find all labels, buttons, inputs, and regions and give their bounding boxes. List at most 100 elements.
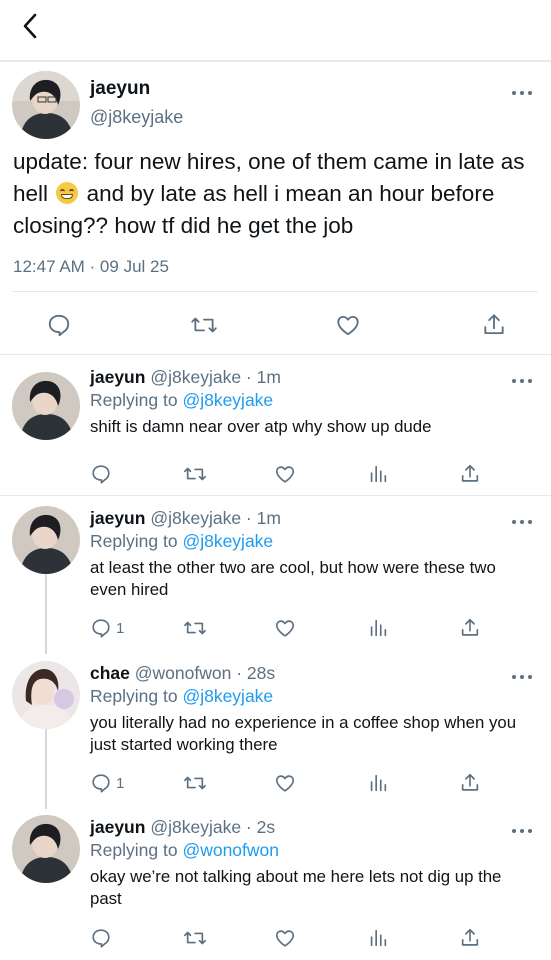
share-button[interactable] (459, 772, 481, 794)
author-name[interactable]: jaeyun (90, 367, 145, 387)
author-name[interactable]: jaeyun (90, 508, 145, 528)
retweet-button[interactable] (190, 312, 218, 338)
avatar[interactable] (12, 71, 80, 139)
share-icon (484, 314, 504, 335)
reply-text: shift is damn near over atp why show up … (90, 417, 432, 436)
more-options-icon[interactable] (512, 89, 532, 97)
like-button[interactable] (335, 312, 361, 338)
thread-line (45, 574, 47, 654)
reply-button[interactable] (90, 463, 116, 485)
share-icon (461, 773, 479, 791)
replying-to: Replying to @j8keyjake (90, 390, 273, 411)
retweet-icon (184, 621, 206, 635)
replying-to-link[interactable]: @j8keyjake (182, 390, 273, 410)
analytics-icon (370, 619, 387, 637)
analytics-button[interactable] (367, 772, 389, 794)
share-button[interactable] (459, 927, 481, 949)
share-button[interactable] (459, 617, 481, 639)
retweet-button[interactable] (183, 463, 207, 485)
tweet-text: update: four new hires, one of them came… (13, 146, 543, 242)
reply-actions: 1 (0, 772, 551, 796)
author-name[interactable]: jaeyun (90, 78, 150, 100)
replying-to-link[interactable]: @j8keyjake (182, 686, 273, 706)
replying-to-link[interactable]: @j8keyjake (182, 531, 273, 551)
reply-button[interactable] (90, 927, 116, 949)
share-icon (461, 618, 479, 636)
replying-to: Replying to @j8keyjake (90, 531, 273, 552)
reply-header: jaeyun @j8keyjake · 1m (90, 367, 281, 388)
analytics-button[interactable] (367, 617, 389, 639)
thread-line (45, 729, 47, 809)
reply-button[interactable]: 1 (90, 772, 124, 794)
author-meta: @j8keyjake · 1m (150, 508, 281, 528)
reply-header: chae @wonofwon · 28s (90, 663, 275, 684)
reply-text: okay we’re not talking about me here let… (90, 867, 502, 908)
analytics-icon (370, 465, 387, 483)
like-button[interactable] (274, 617, 296, 639)
author-meta: @wonofwon · 28s (134, 663, 276, 683)
reply-header: jaeyun @j8keyjake · 2s (90, 817, 275, 838)
grinning-face-emoji-icon (56, 182, 79, 204)
avatar[interactable] (12, 372, 80, 440)
reply-text: you literally had no experience in a cof… (90, 713, 517, 754)
reply-count: 1 (116, 774, 125, 792)
reply-tweet[interactable]: jaeyun @j8keyjake · 1m Replying to @j8ke… (0, 355, 551, 495)
avatar[interactable] (12, 661, 80, 729)
reply-icon (92, 465, 110, 484)
heart-icon (337, 315, 359, 336)
analytics-button[interactable] (367, 927, 389, 949)
back-button[interactable] (14, 10, 46, 42)
replying-to-link[interactable]: @wonofwon (182, 840, 279, 860)
reply-icon (48, 314, 70, 337)
replying-to: Replying to @wonofwon (90, 840, 279, 861)
author-handle[interactable]: @j8keyjake (90, 107, 183, 128)
reply-tweet[interactable]: chae @wonofwon · 28s Replying to @j8keyj… (0, 651, 551, 809)
replying-prefix: Replying to (90, 686, 178, 706)
author-meta: @j8keyjake · 2s (150, 817, 276, 837)
heart-icon (275, 466, 295, 483)
reply-tweet[interactable]: jaeyun @j8keyjake · 2s Replying to @wono… (0, 805, 551, 960)
heart-icon (275, 620, 295, 637)
retweet-icon (191, 317, 217, 333)
share-button[interactable] (459, 463, 481, 485)
more-options-icon[interactable] (512, 673, 532, 681)
avatar[interactable] (12, 815, 80, 883)
more-options-icon[interactable] (512, 377, 532, 385)
retweet-button[interactable] (183, 617, 207, 639)
reply-button[interactable]: 1 (90, 617, 124, 639)
more-options-icon[interactable] (512, 827, 532, 835)
reply-icon (92, 774, 110, 793)
retweet-icon (184, 467, 206, 481)
like-button[interactable] (274, 772, 296, 794)
retweet-icon (184, 776, 206, 790)
author-name[interactable]: chae (90, 663, 130, 683)
reply-header: jaeyun @j8keyjake · 1m (90, 508, 281, 529)
more-options-icon[interactable] (512, 518, 532, 526)
heart-icon (275, 775, 295, 792)
replying-prefix: Replying to (90, 390, 178, 410)
main-tweet: jaeyun @j8keyjake update: four new hires… (0, 62, 551, 355)
reply-tweet[interactable]: jaeyun @j8keyjake · 1m Replying to @j8ke… (0, 496, 551, 654)
divider (13, 291, 538, 292)
reply-button[interactable] (46, 312, 72, 338)
author-meta: @j8keyjake · 1m (150, 367, 281, 387)
like-button[interactable] (274, 927, 296, 949)
tweet-actions (0, 306, 551, 342)
back-arrow-icon (23, 13, 37, 39)
retweet-button[interactable] (183, 927, 207, 949)
share-icon (461, 464, 479, 482)
reply-actions (0, 463, 551, 487)
analytics-button[interactable] (367, 463, 389, 485)
analytics-icon (370, 774, 387, 792)
share-button[interactable] (481, 312, 507, 338)
top-bar (0, 0, 551, 62)
retweet-icon (184, 931, 206, 945)
like-button[interactable] (274, 463, 296, 485)
tweet-text-part2: and by late as hell i mean an hour befor… (13, 181, 495, 238)
analytics-icon (370, 929, 387, 947)
author-name[interactable]: jaeyun (90, 817, 145, 837)
heart-icon (275, 930, 295, 947)
replying-to: Replying to @j8keyjake (90, 686, 273, 707)
retweet-button[interactable] (183, 772, 207, 794)
avatar[interactable] (12, 506, 80, 574)
